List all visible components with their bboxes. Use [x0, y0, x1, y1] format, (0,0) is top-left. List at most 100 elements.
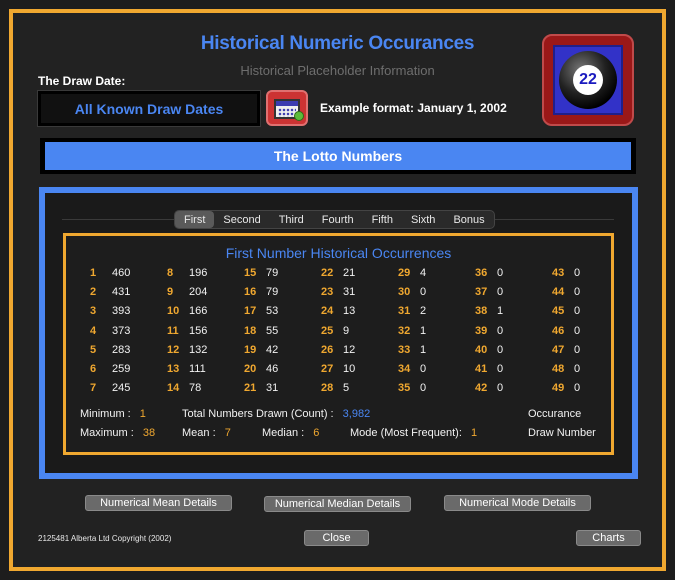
tab-fourth[interactable]: Fourth [313, 211, 363, 228]
occurrence-cell: 31 2 [398, 305, 426, 317]
mean-details-button[interactable]: Numerical Mean Details [85, 495, 232, 511]
stat-total: Total Numbers Drawn (Count) : 3,982 [182, 408, 370, 420]
occurrence-count: 0 [574, 382, 581, 394]
tab-sixth[interactable]: Sixth [402, 211, 444, 228]
occurrence-cell: 47 0 [552, 344, 580, 356]
occurrence-cell: 11 156 [167, 325, 207, 337]
occurrence-count: 431 [112, 286, 131, 298]
draw-number: 14 [167, 382, 180, 394]
draw-number: 13 [167, 363, 180, 375]
position-tabs: First Second Third Fourth Fifth Sixth Bo… [174, 210, 495, 229]
occurrence-count: 0 [574, 267, 581, 279]
occurrence-count: 2 [420, 305, 427, 317]
occurrence-cell: 21 31 [244, 382, 278, 394]
occurrence-cell: 46 0 [552, 325, 580, 337]
draw-number: 19 [244, 344, 257, 356]
occurrence-count: 10 [343, 363, 356, 375]
draw-number: 17 [244, 305, 257, 317]
draw-number: 33 [398, 344, 411, 356]
occurrence-count: 0 [497, 363, 504, 375]
occurrence-cell: 10 166 [167, 305, 207, 317]
occurrence-cell: 27 10 [321, 363, 355, 375]
legend-draw-number: Draw Number [528, 427, 596, 439]
occurrence-count: 55 [266, 325, 279, 337]
occurrence-count: 12 [343, 344, 356, 356]
occurrence-cell: 35 0 [398, 382, 426, 394]
occurrence-cell: 19 42 [244, 344, 278, 356]
draw-number: 31 [398, 305, 411, 317]
draw-number: 10 [167, 305, 180, 317]
occurrence-count: 0 [574, 286, 581, 298]
occurrence-cell: 49 0 [552, 382, 580, 394]
occurrence-count: 0 [497, 286, 504, 298]
occurrence-cell: 6 259 [90, 363, 130, 375]
occurrence-cell: 30 0 [398, 286, 426, 298]
occurrence-cell: 15 79 [244, 267, 278, 279]
occurrence-count: 1 [420, 325, 427, 337]
draw-number: 6 [90, 363, 97, 375]
occurrence-count: 9 [343, 325, 350, 337]
median-value: 6 [313, 427, 320, 439]
occurrence-cell: 48 0 [552, 363, 580, 375]
draw-number: 34 [398, 363, 411, 375]
draw-number: 41 [475, 363, 488, 375]
occurrence-count: 1 [420, 344, 427, 356]
occurrence-cell: 17 53 [244, 305, 278, 317]
stat-mode: Mode (Most Frequent): 1 [350, 427, 477, 439]
charts-button[interactable]: Charts [576, 530, 641, 546]
calendar-check-icon [294, 111, 304, 121]
tab-second[interactable]: Second [214, 211, 269, 228]
occurrence-cell: 18 55 [244, 325, 278, 337]
occurrence-cell: 34 0 [398, 363, 426, 375]
draw-number: 3 [90, 305, 97, 317]
occurrence-count: 46 [266, 363, 279, 375]
tab-third[interactable]: Third [270, 211, 313, 228]
draw-number: 24 [321, 305, 334, 317]
occurrence-cell: 42 0 [475, 382, 503, 394]
mode-details-button[interactable]: Numerical Mode Details [444, 495, 591, 511]
close-button[interactable]: Close [304, 530, 369, 546]
lotto-numbers-label: The Lotto Numbers [45, 142, 631, 170]
draw-number: 4 [90, 325, 97, 337]
draw-number: 5 [90, 344, 97, 356]
occurrence-count: 13 [343, 305, 356, 317]
occurrence-count: 460 [112, 267, 131, 279]
occurrence-count: 5 [343, 382, 350, 394]
tab-bonus[interactable]: Bonus [444, 211, 493, 228]
occurrence-cell: 8 196 [167, 267, 207, 279]
draw-number: 45 [552, 305, 565, 317]
occurrence-count: 156 [189, 325, 208, 337]
occurrence-cell: 28 5 [321, 382, 349, 394]
occurrence-cell: 26 12 [321, 344, 355, 356]
occurrence-cell: 39 0 [475, 325, 503, 337]
calendar-button[interactable] [266, 90, 308, 126]
mode-value: 1 [470, 427, 478, 439]
draw-date-field[interactable]: All Known Draw Dates [37, 90, 261, 127]
draw-number: 36 [475, 267, 488, 279]
occurrences-title: First Number Historical Occurrences [225, 245, 452, 261]
draw-number: 46 [552, 325, 565, 337]
maximum-label: Maximum : [80, 427, 134, 439]
median-details-button[interactable]: Numerical Median Details [264, 496, 411, 512]
stat-median: Median : 6 [262, 427, 319, 439]
tab-fifth[interactable]: Fifth [363, 211, 402, 228]
occurrence-count: 245 [112, 382, 131, 394]
occurrence-count: 31 [266, 382, 279, 394]
total-value: 3,982 [342, 408, 371, 420]
draw-number: 1 [90, 267, 97, 279]
occurrence-count: 373 [112, 325, 131, 337]
tab-first[interactable]: First [175, 211, 215, 228]
draw-number: 7 [90, 382, 97, 394]
occurrence-cell: 1 460 [90, 267, 130, 279]
draw-number: 21 [244, 382, 257, 394]
draw-number: 9 [167, 286, 174, 298]
occurrence-cell: 45 0 [552, 305, 580, 317]
occurrence-cell: 37 0 [475, 286, 503, 298]
occurrence-count: 0 [420, 286, 427, 298]
occurrence-cell: 24 13 [321, 305, 355, 317]
mode-label: Mode (Most Frequent): [350, 427, 462, 439]
draw-number: 38 [475, 305, 488, 317]
occurrence-count: 0 [574, 325, 581, 337]
ball-number: 22 [573, 65, 603, 95]
draw-number: 27 [321, 363, 334, 375]
